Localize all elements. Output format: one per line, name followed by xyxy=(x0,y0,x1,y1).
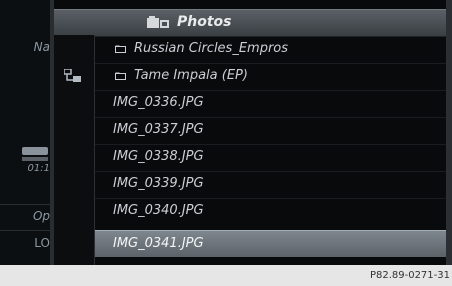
folder-icon xyxy=(115,45,126,53)
divider xyxy=(0,230,50,231)
folder-name: Russian Circles_Empros xyxy=(134,41,289,56)
list-item-file[interactable]: IMG_0340.JPG xyxy=(95,198,446,225)
file-name: IMG_0341.JPG xyxy=(113,236,204,251)
background-menu: Na 01:1 Op LO xyxy=(0,0,50,265)
title-bar: Photos xyxy=(54,9,446,37)
list-item-file[interactable]: IMG_0338.JPG xyxy=(95,144,446,171)
list-item-file[interactable]: IMG_0337.JPG xyxy=(95,117,446,144)
list-item-file[interactable]: IMG_0339.JPG xyxy=(95,171,446,198)
list-item-file[interactable]: IMG_0336.JPG xyxy=(95,90,446,117)
track-time: 01:1 xyxy=(27,163,50,174)
folder-name: Tame Impala (EP) xyxy=(134,68,248,83)
figure-caption: P82.89-0271-31 xyxy=(369,270,450,281)
list-item-folder[interactable]: Russian Circles_Empros xyxy=(95,36,446,63)
file-name: IMG_0337.JPG xyxy=(113,122,204,137)
divider xyxy=(0,204,50,205)
file-name: IMG_0339.JPG xyxy=(113,176,204,191)
file-name: IMG_0340.JPG xyxy=(113,203,204,218)
scrollbar[interactable] xyxy=(446,0,452,265)
sidebar-item-label: Na xyxy=(33,40,50,54)
icon-column xyxy=(54,35,95,265)
sidebar-item-label: Op xyxy=(32,209,50,223)
volume-indicator xyxy=(22,147,48,155)
photo-folder-icon xyxy=(147,16,169,28)
list-item-folder[interactable]: Tame Impala (EP) xyxy=(95,63,446,90)
sidebar-item-label: LO xyxy=(34,236,50,250)
screen: Na 01:1 Op LO Photos Russian Circles_Emp… xyxy=(0,0,452,265)
photos-panel: Photos Russian Circles_Empros Tame Impal xyxy=(54,0,446,265)
folder-icon xyxy=(115,72,126,80)
volume-indicator-base xyxy=(22,157,48,161)
file-name: IMG_0338.JPG xyxy=(113,149,204,164)
file-name: IMG_0336.JPG xyxy=(113,95,204,110)
list-item-file-selected[interactable]: IMG_0341.JPG xyxy=(95,230,446,257)
folder-tree-icon[interactable] xyxy=(64,69,82,83)
page-title: Photos xyxy=(177,14,232,30)
